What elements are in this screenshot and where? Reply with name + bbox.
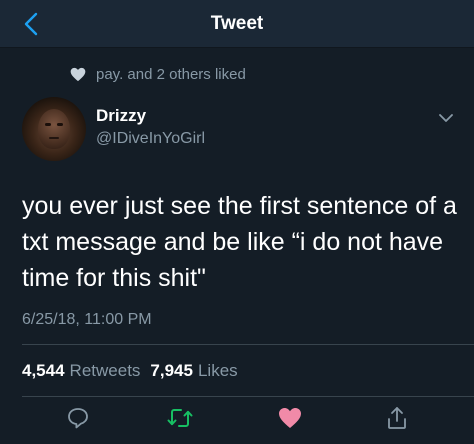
divider [22,344,474,345]
share-button[interactable] [382,404,412,432]
author-display-name[interactable]: Drizzy [96,106,146,126]
retweets-count: 4,544 [22,361,65,380]
likes-count: 7,945 [150,361,193,380]
heart-icon [279,408,301,428]
page-title: Tweet [210,13,264,34]
like-button[interactable] [275,404,305,432]
retweet-button[interactable] [165,404,195,432]
chevron-down-icon [439,113,453,122]
reply-button[interactable] [63,404,93,432]
social-context[interactable]: pay. and 2 others liked [70,64,246,84]
top-bar: Tweet [0,0,474,48]
reply-icon [68,408,88,429]
engagement-stats: 4,544 Retweets 7,945 Likes [22,360,238,382]
share-icon [388,407,406,429]
avatar-face [38,109,70,149]
tweet-timestamp: 6/25/18, 11:00 PM [22,311,152,328]
retweet-icon [167,409,193,427]
social-context-text: pay. and 2 others liked [96,65,246,83]
avatar[interactable] [22,97,86,161]
likes-stat[interactable]: 7,945 Likes [150,361,237,381]
divider [22,396,474,397]
tweet-text: you ever just see the first sentence of … [22,192,457,292]
author-handle[interactable]: @IDiveInYoGirl [96,130,205,148]
heart-icon [70,67,86,81]
retweets-label: Retweets [69,361,141,380]
likes-label: Likes [197,361,238,380]
tweet-menu-button[interactable] [436,110,456,126]
retweets-stat[interactable]: 4,544 Retweets [22,361,140,381]
